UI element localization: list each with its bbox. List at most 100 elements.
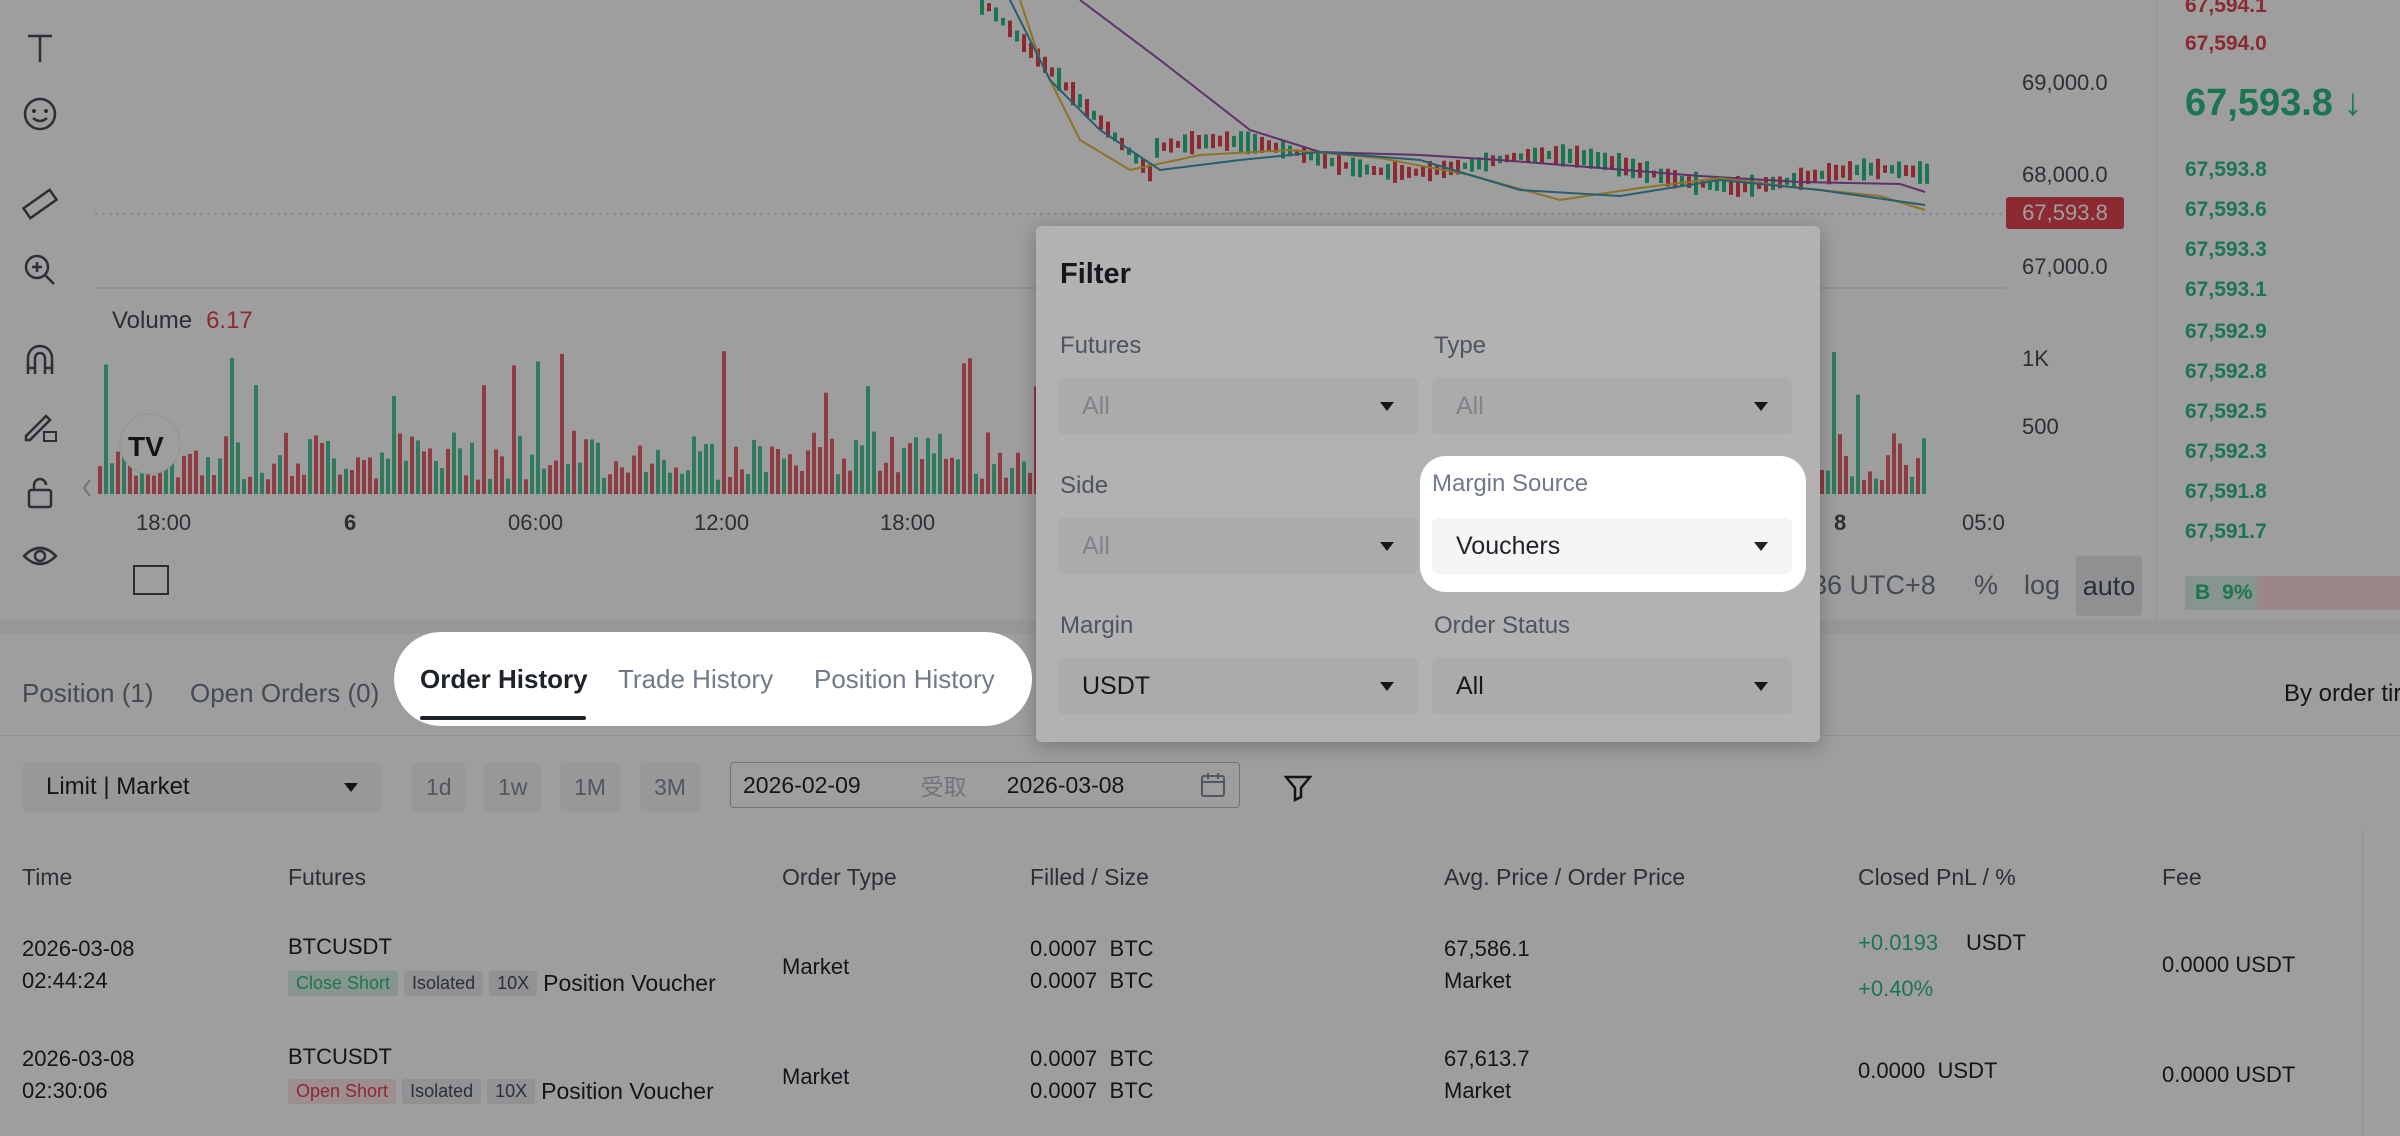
date-from[interactable]: 2026-02-09 (743, 772, 861, 799)
range-1d-button[interactable]: 1d (412, 762, 466, 812)
bid-price[interactable]: 67,593.6 (2185, 198, 2267, 222)
margin-source-select[interactable]: Vouchers (1432, 518, 1792, 574)
order-status-select[interactable]: All (1432, 658, 1792, 714)
candle (1792, 172, 1796, 188)
candle (1547, 150, 1551, 160)
side-select[interactable]: All (1058, 518, 1418, 574)
volume-bar (452, 432, 456, 494)
volume-bar (572, 430, 576, 494)
ask-price[interactable]: 67,594.1 (2185, 0, 2267, 18)
volume-bar (578, 462, 582, 494)
volume-bar (764, 471, 768, 494)
volume-bar (1880, 479, 1884, 494)
volume-bar (644, 471, 648, 494)
volume-bar (974, 473, 978, 494)
volume-bar (698, 451, 702, 494)
calendar-icon[interactable] (1199, 771, 1227, 799)
tab-position[interactable]: Position (1) (22, 678, 154, 709)
row-avg-price: 67,586.1 (1444, 936, 1530, 961)
bid-price[interactable]: 67,592.5 (2185, 400, 2267, 424)
tab-trade-history[interactable]: Trade History (618, 664, 773, 695)
date-to[interactable]: 2026-03-08 (1007, 772, 1125, 799)
volume-bar (206, 457, 210, 494)
volume-bar (968, 358, 972, 494)
bid-price[interactable]: 67,591.7 (2185, 520, 2267, 544)
row-time: 02:30:06 (22, 1078, 108, 1103)
candle (1862, 158, 1866, 181)
volume-bar (716, 479, 720, 494)
candle (1470, 157, 1474, 172)
order-status-label: Order Status (1434, 612, 1571, 639)
column-header: Order Type (782, 864, 897, 890)
row-filled: 0.0007 BTC (1030, 1046, 1154, 1071)
volume-bar (842, 458, 846, 494)
bid-price[interactable]: 67,593.3 (2185, 238, 2267, 262)
candle (1253, 134, 1257, 154)
margin-label: Margin (1060, 612, 1134, 639)
volume-bar (770, 446, 774, 494)
row-date: 2026-03-08 (22, 1046, 135, 1071)
volume-bar (200, 475, 204, 494)
column-header: Fee (2162, 864, 2202, 890)
volume-bar (758, 446, 762, 494)
date-range-picker[interactable]: 2026-02-09 受取 2026-03-08 (730, 762, 1240, 808)
volume-bar (920, 459, 924, 494)
auto-scale-button[interactable]: auto (2076, 556, 2142, 616)
volume-bar (380, 452, 384, 494)
volume-bar (956, 459, 960, 494)
goto-date-icon[interactable] (133, 565, 169, 595)
filter-icon[interactable] (1282, 772, 1314, 804)
bid-price[interactable]: 67,591.8 (2185, 480, 2267, 504)
volume-bar (674, 467, 678, 494)
range-1w-button[interactable]: 1w (484, 762, 542, 812)
order-type-select[interactable]: Limit | Market (22, 762, 382, 812)
candle (1617, 152, 1621, 177)
volume-legend-value: 6.17 (206, 307, 253, 334)
voucher-label: Position Voucher (543, 970, 716, 996)
volume-bar (878, 470, 882, 494)
candle (1155, 138, 1159, 158)
log-scale-button[interactable]: log (2024, 570, 2060, 601)
futures-select[interactable]: All (1058, 378, 1418, 434)
row-symbol[interactable]: BTCUSDT (288, 1044, 392, 1070)
type-select[interactable]: All (1432, 378, 1792, 434)
price-tick: 68,000.0 (2022, 162, 2108, 187)
margin-select[interactable]: USDT (1058, 658, 1418, 714)
bid-price[interactable]: 67,592.3 (2185, 440, 2267, 464)
tab-order-history[interactable]: Order History (420, 664, 588, 695)
row-symbol[interactable]: BTCUSDT (288, 934, 392, 960)
volume-bar (110, 463, 114, 494)
candle (1393, 161, 1397, 183)
candle (980, 0, 984, 15)
volume-bar (188, 453, 192, 494)
timezone-button[interactable]: 36 UTC+8 (1812, 570, 1936, 601)
bid-price[interactable]: 67,593.1 (2185, 278, 2267, 302)
leverage-tag: 10X (487, 1079, 536, 1104)
tab-open-orders[interactable]: Open Orders (0) (190, 678, 379, 709)
chevron-down-icon (1380, 681, 1394, 691)
volume-bar (734, 446, 738, 494)
tab-position-history[interactable]: Position History (814, 664, 995, 695)
bid-price[interactable]: 67,592.9 (2185, 320, 2267, 344)
candle (1435, 165, 1439, 175)
bid-price[interactable]: 67,592.8 (2185, 360, 2267, 384)
volume-bar (1010, 467, 1014, 494)
volume-bar (812, 432, 816, 494)
range-3m-button[interactable]: 3M (640, 762, 700, 812)
candle (1323, 152, 1327, 169)
row-order-type: Market (782, 1064, 850, 1089)
percent-scale-button[interactable]: % (1974, 570, 1998, 601)
volume-bar (374, 478, 378, 494)
history-toolbar: Limit | Market 1d 1w 1M 3M 2026-02-09 受取… (0, 746, 2400, 826)
range-1m-button[interactable]: 1M (560, 762, 620, 812)
ask-price[interactable]: 67,594.0 (2185, 32, 2267, 56)
scroll-left-icon[interactable] (82, 479, 91, 497)
candle (1799, 167, 1803, 190)
volume-bar (1922, 438, 1926, 494)
volume-bar (1826, 470, 1830, 494)
candle (1876, 158, 1880, 180)
volume-bar (368, 457, 372, 494)
bid-price[interactable]: 67,593.8 (2185, 158, 2267, 182)
by-order-toggle[interactable]: By order tir (2284, 680, 2400, 708)
candle (1463, 162, 1467, 169)
